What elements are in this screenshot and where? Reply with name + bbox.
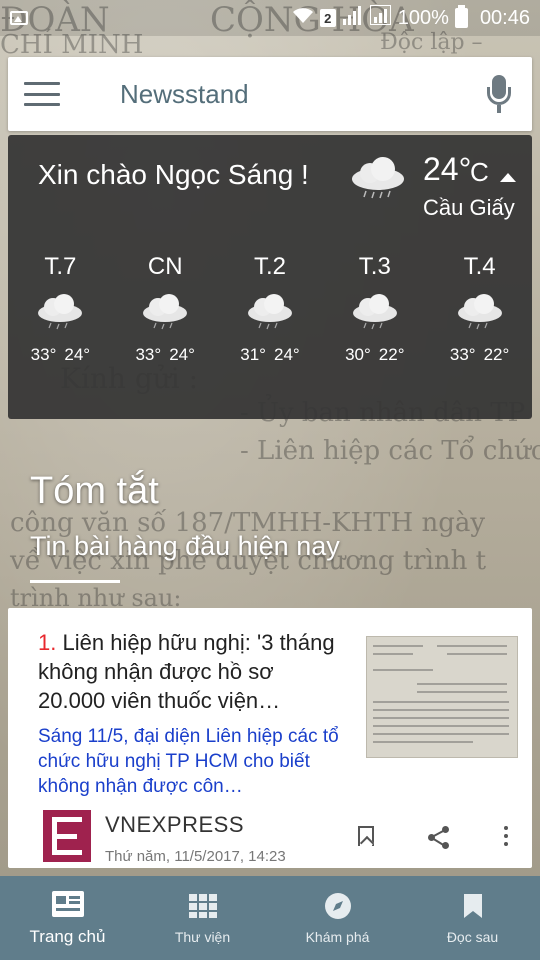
- collapse-arrow-icon[interactable]: [500, 173, 516, 182]
- forecast-low: 24°: [169, 345, 195, 364]
- signal-icon-secondary: [369, 5, 392, 31]
- home-icon: [51, 889, 85, 919]
- rain-cloud-icon: [350, 293, 400, 331]
- battery-icon: [454, 5, 468, 28]
- nav-read-later[interactable]: Đọc sau: [405, 876, 540, 960]
- search-bar-title: Newsstand: [120, 78, 249, 109]
- article-snippet[interactable]: Sáng 11/5, đại diện Liên hiệp các tổ chứ…: [38, 724, 343, 799]
- clock: 00:46: [479, 6, 530, 29]
- forecast-high: 31°: [240, 345, 266, 364]
- nav-label: Trang chủ: [29, 927, 106, 946]
- temperature-unit: C: [470, 157, 489, 187]
- nav-library[interactable]: Thư viện: [135, 876, 270, 960]
- rain-cloud-icon: [348, 157, 408, 206]
- forecast-low: 22°: [483, 345, 510, 364]
- nav-explore[interactable]: Khám phá: [270, 876, 405, 960]
- menu-icon[interactable]: [24, 82, 60, 106]
- forecast-high: 33°: [30, 345, 57, 364]
- article-source: VNEXPRESS: [105, 812, 244, 837]
- forecast-high: 33°: [135, 345, 162, 364]
- more-options-icon[interactable]: [503, 826, 509, 846]
- forecast-day-name: T.4: [463, 253, 496, 280]
- search-bar[interactable]: Newsstand: [8, 57, 532, 131]
- forecast-high: 30°: [345, 345, 371, 364]
- forecast-day-name: T.3: [358, 253, 391, 280]
- forecast-day: T.4 33° 22°: [427, 253, 532, 365]
- article-number: 1.: [38, 630, 57, 655]
- forecast-day: T.2 31° 24°: [218, 253, 323, 365]
- bookmark-icon[interactable]: [358, 826, 374, 846]
- microphone-icon[interactable]: [484, 75, 514, 113]
- forecast-day: T.3 30° 22°: [322, 253, 427, 365]
- signal-icon: [342, 5, 364, 31]
- bottom-navigation: Trang chủ Thư viện Khám phá Đọc sau: [0, 876, 540, 960]
- nav-label: Khám phá: [305, 929, 370, 945]
- wifi-icon: [292, 7, 314, 30]
- rain-cloud-icon: [140, 293, 190, 331]
- weather-location: Cầu Giấy: [423, 195, 515, 220]
- compass-icon: [324, 891, 352, 921]
- article-headline[interactable]: 1. Liên hiệp hữu nghị: '3 tháng không nh…: [38, 628, 338, 715]
- forecast-low: 22°: [378, 345, 405, 364]
- article-date: Thứ năm, 11/5/2017, 14:23: [105, 848, 286, 865]
- forecast-day-name: CN: [147, 253, 183, 280]
- rain-cloud-icon: [455, 293, 505, 331]
- status-bar: 2 100% 00:46: [0, 0, 540, 36]
- article-headline-text: Liên hiệp hữu nghị: '3 tháng không nhận …: [38, 630, 335, 713]
- sim-indicator: 2: [319, 9, 336, 27]
- share-icon[interactable]: [428, 826, 450, 849]
- section-underline: [30, 580, 120, 583]
- grid-icon: [188, 891, 217, 921]
- forecast-low: 24°: [273, 345, 300, 364]
- nav-home[interactable]: Trang chủ: [0, 876, 135, 960]
- forecast-day: CN 33° 24°: [113, 253, 218, 365]
- section-subtitle: Tin bài hàng đầu hiện nay: [30, 531, 340, 561]
- vnexpress-logo: [43, 810, 91, 862]
- forecast-row: T.7 33° 24° CN 33° 24° T.2 31° 24° T.3 3…: [8, 253, 532, 365]
- weather-card[interactable]: Xin chào Ngọc Sáng ! 24° C Cầu Giấy T.7 …: [8, 135, 532, 419]
- rain-cloud-icon: [245, 293, 295, 331]
- forecast-high: 33°: [449, 345, 476, 364]
- greeting-text: Xin chào Ngọc Sáng !: [38, 159, 309, 190]
- forecast-low: 24°: [64, 345, 91, 364]
- bookmark-icon: [463, 891, 483, 921]
- section-title: Tóm tắt: [30, 470, 159, 512]
- article-card[interactable]: 1. Liên hiệp hữu nghị: '3 tháng không nh…: [8, 608, 532, 868]
- forecast-day-name: T.2: [253, 253, 286, 280]
- rain-cloud-icon: [35, 293, 85, 331]
- forecast-day: T.7 33° 24°: [8, 253, 113, 365]
- image-notification-icon: [10, 11, 28, 25]
- article-thumbnail[interactable]: [366, 636, 518, 758]
- battery-percent: 100%: [397, 6, 449, 29]
- forecast-day-name: T.7: [44, 253, 77, 280]
- current-temperature: 24°: [423, 151, 472, 187]
- nav-label: Thư viện: [174, 929, 231, 945]
- nav-label: Đọc sau: [446, 929, 499, 945]
